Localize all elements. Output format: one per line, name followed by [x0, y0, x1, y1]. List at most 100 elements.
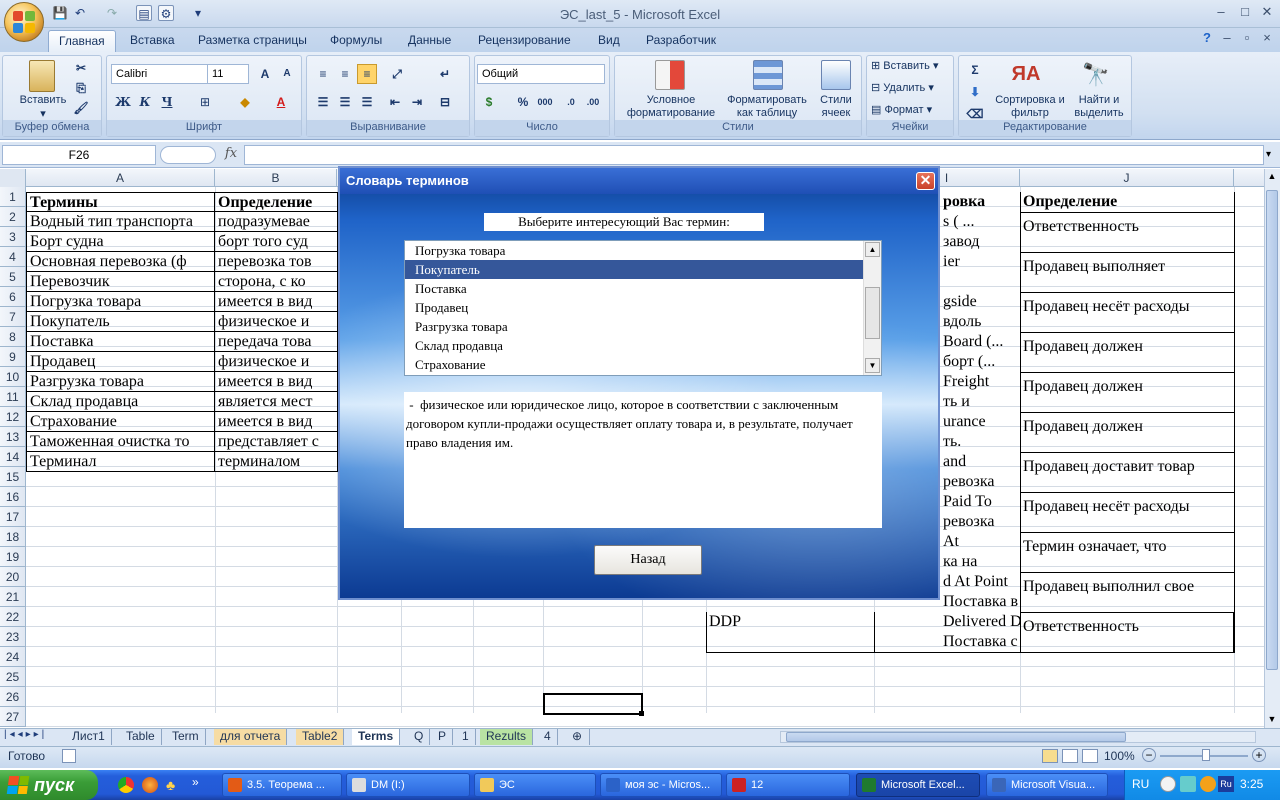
cell-i16[interactable]: Paid To — [940, 492, 1020, 512]
cell-j14[interactable]: Продавец доставит товар — [1020, 457, 1234, 479]
cell-a14[interactable]: Терминал — [26, 452, 215, 472]
list-scroll-thumb[interactable] — [865, 287, 880, 339]
list-item-term[interactable]: Страхование — [405, 355, 863, 374]
cell-b13[interactable]: представляет с — [214, 432, 338, 452]
cell-b1[interactable]: Определение — [214, 192, 338, 212]
tray-network-icon[interactable] — [1180, 776, 1196, 792]
cell-i9[interactable]: борт (... — [940, 352, 1020, 372]
row-header-7[interactable]: 7 — [0, 307, 26, 327]
borders-icon[interactable]: ⊞ — [195, 92, 215, 112]
sheet-tab-10[interactable]: Rezults — [480, 729, 534, 745]
column-header-a[interactable]: A — [26, 169, 215, 187]
percent-icon[interactable]: % — [513, 92, 533, 112]
row-header-24[interactable]: 24 — [0, 647, 26, 667]
tab-insert[interactable]: Вставка — [120, 30, 185, 52]
taskbar-task-1[interactable]: 3.5. Теорема ... — [222, 773, 342, 797]
row-header-19[interactable]: 19 — [0, 547, 26, 567]
tab-data[interactable]: Данные — [398, 30, 461, 52]
tray-app-icon[interactable] — [1200, 776, 1216, 792]
merge-center-icon[interactable]: ⊟ — [435, 92, 455, 112]
format-cells-button[interactable]: ▤ Формат ▾ — [871, 104, 953, 117]
active-cell-f26[interactable] — [543, 693, 643, 715]
list-item-term[interactable]: Склад продавца — [405, 336, 863, 355]
cell-b10[interactable]: имеется в вид — [214, 372, 338, 392]
cell-i3[interactable]: завод — [940, 232, 1020, 252]
autosum-icon[interactable]: Σ — [965, 60, 985, 80]
row-header-5[interactable]: 5 — [0, 267, 26, 287]
list-scroll-up-icon[interactable]: ▲ — [865, 242, 880, 257]
taskbar-task-4[interactable]: моя эс - Micros... — [600, 773, 722, 797]
row-header-3[interactable]: 3 — [0, 227, 26, 247]
tray-lang-icon[interactable]: Ru — [1218, 776, 1234, 792]
row-header-16[interactable]: 16 — [0, 487, 26, 507]
tab-review[interactable]: Рецензирование — [468, 30, 581, 52]
terms-listbox[interactable]: Погрузка товара Покупатель Поставка Продаве… — [404, 240, 882, 376]
listbox-scrollbar[interactable]: ▲ ▼ — [863, 241, 881, 375]
quicklaunch-more-icon[interactable]: » — [192, 775, 199, 789]
formula-bar-toggle[interactable] — [160, 146, 216, 164]
vertical-scroll-thumb[interactable] — [1266, 190, 1278, 670]
copy-icon[interactable]: ⎘ — [71, 78, 91, 98]
macro-record-icon[interactable] — [62, 749, 76, 763]
cell-j2[interactable]: Ответственность — [1020, 217, 1234, 239]
align-middle-icon[interactable]: ≡ — [335, 64, 355, 84]
row-header-6[interactable]: 6 — [0, 287, 26, 307]
zoom-out-icon[interactable]: − — [1142, 748, 1156, 762]
cell-j8[interactable]: Продавец должен — [1020, 337, 1234, 359]
cell-a8[interactable]: Поставка — [26, 332, 215, 352]
comma-style-icon[interactable]: 000 — [535, 92, 555, 112]
fill-color-icon[interactable]: ◆ — [235, 92, 255, 112]
tab-home[interactable]: Главная — [48, 30, 116, 52]
cell-a10[interactable]: Разгрузка товара — [26, 372, 215, 392]
cell-a12[interactable]: Страхование — [26, 412, 215, 432]
font-size-combo[interactable]: 11 — [207, 64, 249, 84]
row-header-9[interactable]: 9 — [0, 347, 26, 367]
formula-input[interactable] — [244, 145, 1264, 165]
cell-i10[interactable]: Freight — [940, 372, 1020, 392]
sort-filter-button[interactable]: Сортировка и фильтр — [995, 94, 1065, 120]
cell-b12[interactable]: имеется в вид — [214, 412, 338, 432]
cell-i17[interactable]: ревозка — [940, 512, 1020, 532]
format-painter-icon[interactable]: 🖌 — [71, 98, 91, 118]
cell-b14[interactable]: терминалом — [214, 452, 338, 472]
row-header-23[interactable]: 23 — [0, 627, 26, 647]
underline-icon[interactable]: Ч — [157, 92, 177, 112]
cell-a3[interactable]: Борт судна — [26, 232, 215, 252]
ribbon-min-icon[interactable]: – — [1216, 31, 1238, 47]
dialog-title[interactable]: Словарь терминов — [340, 168, 938, 194]
paste-button[interactable]: Вставить — [9, 94, 77, 107]
fill-handle[interactable] — [639, 711, 644, 716]
scroll-down-icon[interactable]: ▼ — [1266, 714, 1278, 726]
insert-cells-button[interactable]: ⊞ Вставить ▾ — [871, 60, 953, 73]
cell-a4[interactable]: Основная перевозка (ф — [26, 252, 215, 272]
sheet-tab-2[interactable]: Table — [120, 729, 162, 745]
tray-sound-icon[interactable] — [1160, 776, 1176, 792]
orientation-icon[interactable]: ⤢ — [387, 64, 407, 84]
cell-a6[interactable]: Погрузка товара — [26, 292, 215, 312]
decrease-decimal-icon[interactable]: .00 — [583, 92, 603, 112]
list-scroll-down-icon[interactable]: ▼ — [865, 358, 880, 373]
cell-i11[interactable]: ть и — [940, 392, 1020, 412]
sheet-tab-6[interactable]: Terms — [352, 729, 401, 745]
cell-b7[interactable]: физическое и — [214, 312, 338, 332]
cell-b8[interactable]: передача това — [214, 332, 338, 352]
row-header-14[interactable]: 14 — [0, 447, 26, 467]
list-item-term[interactable]: Поставка — [405, 279, 863, 298]
tab-formulas[interactable]: Формулы — [320, 30, 392, 52]
cell-i4[interactable]: ier — [940, 252, 1020, 272]
number-format-combo[interactable]: Общий — [477, 64, 605, 84]
column-header-b[interactable]: B — [215, 169, 337, 187]
row-header-4[interactable]: 4 — [0, 247, 26, 267]
column-header-j[interactable]: J — [1020, 169, 1234, 187]
row-header-15[interactable]: 15 — [0, 467, 26, 487]
cell-b3[interactable]: борт того суд — [214, 232, 338, 252]
maximize-button[interactable]: □ — [1234, 5, 1256, 21]
align-bottom-icon[interactable]: ≡ — [357, 64, 377, 84]
tab-developer[interactable]: Разработчик — [636, 30, 726, 52]
cell-i5[interactable] — [940, 272, 1020, 292]
conditional-format-button[interactable]: Условное форматирование — [617, 94, 725, 120]
cell-b6[interactable]: имеется в вид — [214, 292, 338, 312]
insert-sheet-icon[interactable]: ⊕ — [566, 729, 590, 745]
list-item-term[interactable]: Разгрузка товара — [405, 317, 863, 336]
cell-b9[interactable]: физическое и — [214, 352, 338, 372]
